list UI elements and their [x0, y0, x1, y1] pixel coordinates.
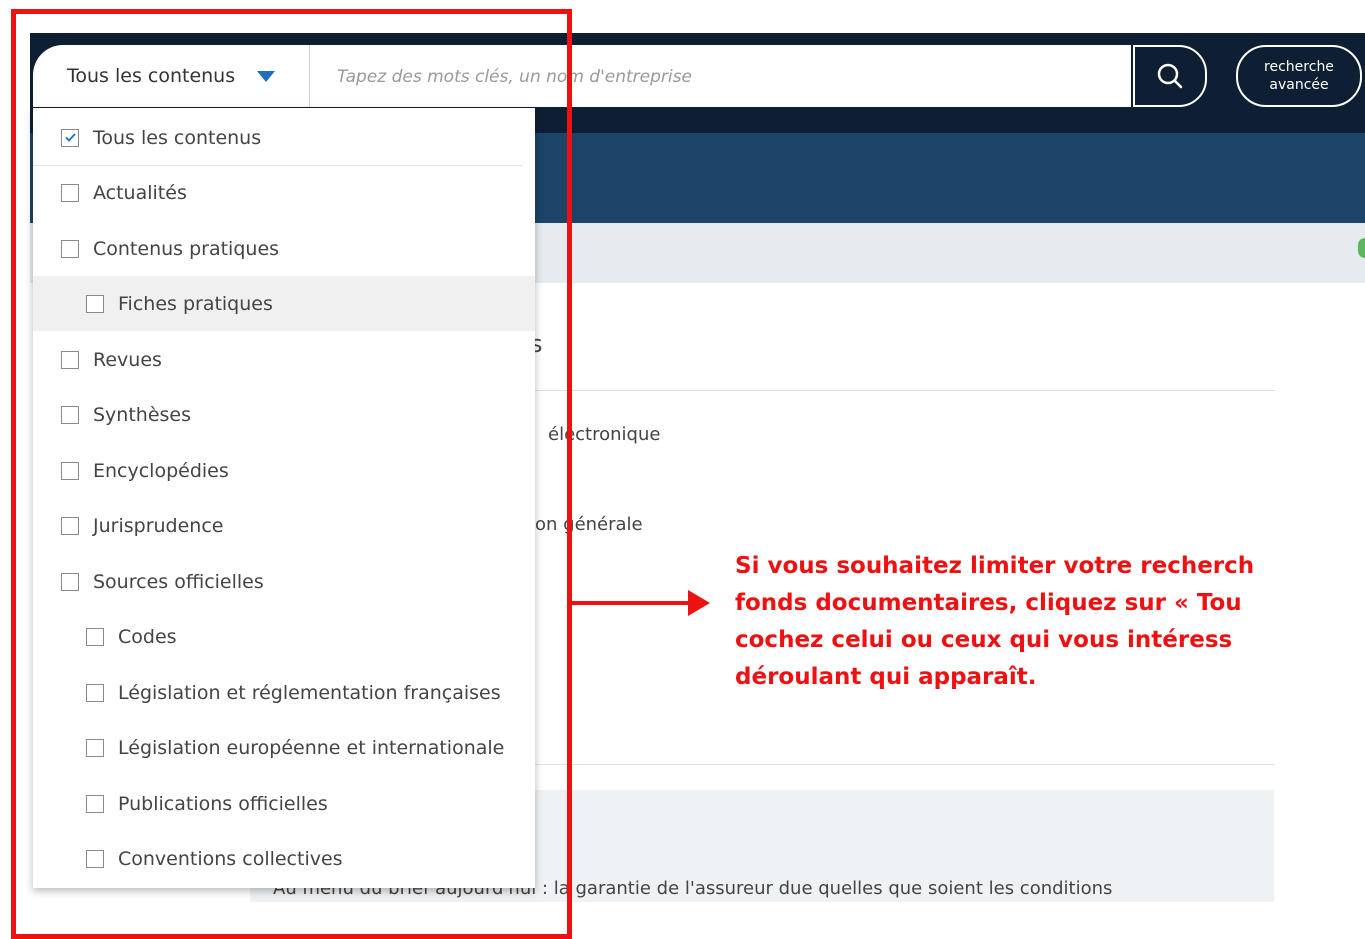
annotation-line-2: fonds documentaires, cliquez sur « Tou: [735, 590, 1242, 616]
annotation-line-1: Si vous souhaitez limiter votre recherch: [735, 553, 1255, 579]
advanced-search-button[interactable]: recherche avancée: [1236, 45, 1362, 107]
status-indicator: [1358, 238, 1365, 258]
highlight-frame: [11, 9, 572, 939]
arrow-right-icon: [688, 590, 710, 616]
annotation-arrow: [572, 601, 690, 605]
annotation-line-4: déroulant qui apparaît.: [735, 664, 1037, 690]
search-button[interactable]: [1133, 45, 1207, 107]
search-icon: [1157, 63, 1183, 89]
annotation-text: Si vous souhaitez limiter votre recherch…: [735, 548, 1254, 696]
section-divider: [535, 764, 1275, 765]
advanced-search-label-2: avancée: [1269, 77, 1329, 93]
section-divider: [535, 390, 1275, 391]
advanced-search-label-1: recherche: [1264, 59, 1334, 75]
annotation-line-3: cochez celui ou ceux qui vous intéress: [735, 627, 1233, 653]
